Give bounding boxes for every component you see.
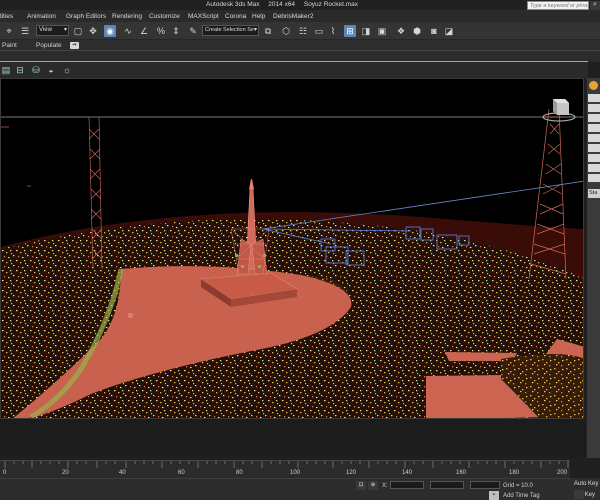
title-bar: Autodesk 3ds Max 2014 x64 Soyuz Rocket.m… (0, 0, 600, 10)
panel-field[interactable] (588, 114, 600, 122)
spinner-snap-icon[interactable]: ⇕ (170, 25, 182, 37)
mirror-icon[interactable]: ⧉ (262, 25, 274, 37)
render-iterative-icon[interactable]: ◙ (428, 25, 440, 37)
panel-field[interactable] (588, 134, 600, 142)
menu-graph-editors[interactable]: Graph Editors (66, 13, 106, 20)
rendered-frame-icon[interactable]: ❖ (395, 25, 407, 37)
grid-size-label: Grid = 10.0 (503, 483, 533, 489)
region-select-icon[interactable]: ▢ (72, 25, 84, 37)
panel-field[interactable] (588, 94, 600, 102)
app-name: Autodesk 3ds Max (206, 1, 260, 8)
search-input[interactable] (528, 2, 588, 10)
angle-snap-icon[interactable]: ∠ (138, 25, 150, 37)
tick-label: 160 (456, 470, 467, 476)
menu-help[interactable]: Help (252, 13, 265, 20)
named-selection-dropdown[interactable]: Create Selection Se ▾ (202, 25, 259, 36)
menu-debrismaker[interactable]: DebrisMaker2 (273, 13, 313, 20)
status-bar: ⊡ ⊕ X: Grid = 10.0 ▪ Add Time Tag (0, 478, 600, 500)
main-toolbar: ⌖ ☰ View ▾ ▢ ✥ ◉ ∿ ∠ % ⇕ ✎ Create Selecti… (0, 22, 600, 40)
menu-animation[interactable]: Animation (27, 13, 56, 20)
file-name: Soyuz Rocket.max (303, 1, 359, 8)
viewport-tools: ▤ ⊟ ⛁ ◒ ☼ (0, 62, 588, 78)
x-coordinate-field[interactable] (390, 481, 424, 489)
search-field[interactable] (527, 1, 589, 10)
tick-label: 120 (346, 470, 357, 476)
panel-field[interactable] (588, 154, 600, 162)
set-key-icon[interactable] (574, 490, 584, 499)
menu-corona[interactable]: Corona (225, 13, 246, 20)
menu-maxscript[interactable]: MAXScript (188, 13, 219, 20)
lock-icon[interactable]: ⊡ (356, 481, 366, 490)
tick-label: 60 (178, 470, 185, 476)
menu-modifiers[interactable]: dities (0, 13, 13, 20)
panel-field[interactable] (588, 164, 600, 172)
viewcube-icon[interactable] (541, 95, 577, 123)
ribbon-tab-paint[interactable]: Paint (2, 42, 17, 49)
edit-named-selection-icon[interactable]: ✎ (187, 25, 199, 37)
menu-rendering[interactable]: Rendering (112, 13, 142, 20)
viewport-light-icon[interactable]: ☼ (61, 64, 73, 76)
move-icon[interactable]: ✥ (87, 25, 99, 37)
percent-snap-icon[interactable]: % (155, 25, 167, 37)
panel-field[interactable] (588, 144, 600, 152)
panel-field[interactable] (588, 124, 600, 132)
tick-label: 140 (402, 470, 413, 476)
app-version: 2014 x64 (268, 1, 296, 8)
track-bar[interactable]: 0 20 40 60 80 100 120 140 160 180 200 (0, 460, 570, 478)
panel-field[interactable] (588, 104, 600, 112)
render-production-icon[interactable]: ⬢ (411, 25, 423, 37)
viewport-object-icon[interactable]: ⛁ (30, 64, 42, 76)
viewport-layout-icon[interactable]: ▤ (0, 64, 12, 76)
select-icon[interactable]: ⌖ (3, 25, 15, 37)
tick-label: 80 (236, 470, 243, 476)
transform-mode-icon[interactable]: ⊕ (368, 481, 378, 490)
ribbon-options-icon[interactable]: ▪▾ (70, 42, 79, 49)
x-coordinate-label: X: (382, 483, 388, 489)
render-activeshade-icon[interactable]: ◪ (443, 25, 455, 37)
sun-icon[interactable] (589, 81, 598, 90)
tick-label: 200 (557, 470, 568, 476)
snap-icon[interactable]: ∿ (122, 25, 134, 37)
viewport-visibility-icon[interactable]: ◒ (45, 64, 57, 76)
select-name-icon[interactable]: ☰ (19, 25, 31, 37)
tick-label: 100 (290, 470, 301, 476)
panel-field[interactable] (588, 174, 600, 182)
render-setup-icon[interactable]: ▣ (376, 25, 388, 37)
track-bar-ticks (4, 461, 569, 468)
tick-label: 0 (3, 470, 7, 476)
schematic-view-icon[interactable]: ⊞ (344, 25, 356, 37)
tick-label: 40 (119, 470, 126, 476)
ribbon-toggle-icon[interactable]: ▭ (313, 25, 325, 37)
chevron-down-icon: ▾ (63, 27, 67, 33)
time-tag-icon[interactable]: ▪ (489, 491, 499, 500)
layer-manager-icon[interactable]: ☷ (297, 25, 309, 37)
add-time-tag-button[interactable]: Add Time Tag (503, 493, 540, 499)
ribbon-tab-populate[interactable]: Populate (36, 42, 62, 49)
auto-key-button[interactable]: Auto Key (574, 481, 598, 487)
viewport-bottom-area (0, 419, 586, 457)
material-editor-icon[interactable]: ◨ (360, 25, 372, 37)
tick-label: 180 (509, 470, 520, 476)
align-icon[interactable]: ⬡ (280, 25, 292, 37)
reference-coordinate-dropdown[interactable]: View ▾ (36, 25, 69, 36)
z-coordinate-field[interactable] (470, 481, 500, 489)
ribbon-bar: Paint Populate ▪▾ (0, 40, 600, 51)
command-panel-tab[interactable]: Sta (588, 189, 600, 198)
viewport-grid-icon[interactable]: ⊟ (14, 64, 26, 76)
menu-customize[interactable]: Customize (149, 13, 180, 20)
tick-label: 20 (62, 470, 69, 476)
menu-bar: dities Animation Graph Editors Rendering… (0, 10, 600, 22)
reference-coordinate-value: View (39, 27, 52, 33)
named-selection-value: Create Selection Se (205, 27, 254, 33)
command-panel: Sta (586, 78, 600, 458)
y-coordinate-field[interactable] (430, 481, 464, 489)
window-title: Autodesk 3ds Max 2014 x64 Soyuz Rocket.m… (206, 1, 365, 8)
chevron-down-icon: ▾ (253, 27, 257, 33)
perspective-viewport[interactable] (0, 78, 584, 419)
curve-editor-icon[interactable]: ⌇ (327, 25, 339, 37)
viewport-scene (1, 108, 583, 418)
search-binoculars-icon[interactable]: ⌕ (590, 1, 600, 10)
rotate-icon[interactable]: ◉ (104, 25, 116, 37)
